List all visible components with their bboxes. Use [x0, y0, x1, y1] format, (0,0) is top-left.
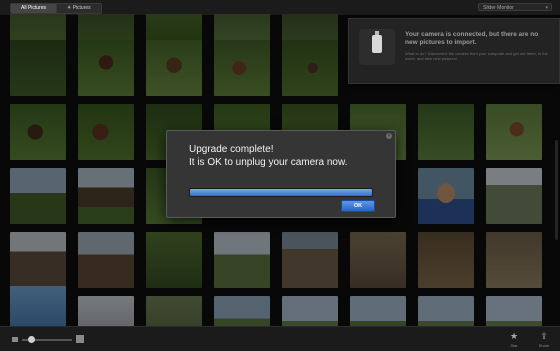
toolbar: All Pictures ✳ Pictures Slider Monitor ▾ — [0, 0, 560, 15]
tab-all-pictures[interactable]: All Pictures — [11, 4, 57, 13]
dialog-message-line2: It is OK to unplug your camera now. — [189, 157, 348, 168]
share-label: Share — [538, 343, 550, 348]
chevron-down-icon: ▾ — [545, 5, 548, 11]
progress-fill — [190, 189, 372, 196]
tab-pictures[interactable]: ✳ Pictures — [56, 4, 101, 13]
view-segmented-control: All Pictures ✳ Pictures — [10, 3, 102, 14]
camera-notification: Your camera is connected, but there are … — [348, 18, 560, 84]
bottom-toolbar: ★ Star ⇪ Share — [0, 326, 560, 351]
notification-detail: What to do? Disconnect the camera from y… — [405, 51, 548, 61]
device-dropdown-label: Slider Monitor — [483, 5, 514, 11]
close-icon[interactable]: × — [386, 133, 392, 139]
upgrade-dialog: × Upgrade complete! It is OK to unplug y… — [166, 130, 396, 218]
device-dropdown[interactable]: Slider Monitor ▾ — [478, 3, 552, 11]
share-icon[interactable]: ⇪ — [535, 332, 553, 341]
progress-bar — [189, 188, 373, 197]
star-label: Star — [510, 343, 518, 348]
dialog-message-line1: Upgrade complete! — [189, 144, 274, 155]
star-icon[interactable]: ★ — [505, 332, 523, 341]
large-thumbnail-icon — [76, 335, 84, 343]
usb-icon — [359, 29, 395, 65]
slider-knob[interactable] — [28, 336, 35, 343]
notification-title: Your camera is connected, but there are … — [405, 31, 539, 46]
small-thumbnail-icon — [12, 337, 18, 342]
ok-button[interactable]: OK — [341, 200, 375, 212]
